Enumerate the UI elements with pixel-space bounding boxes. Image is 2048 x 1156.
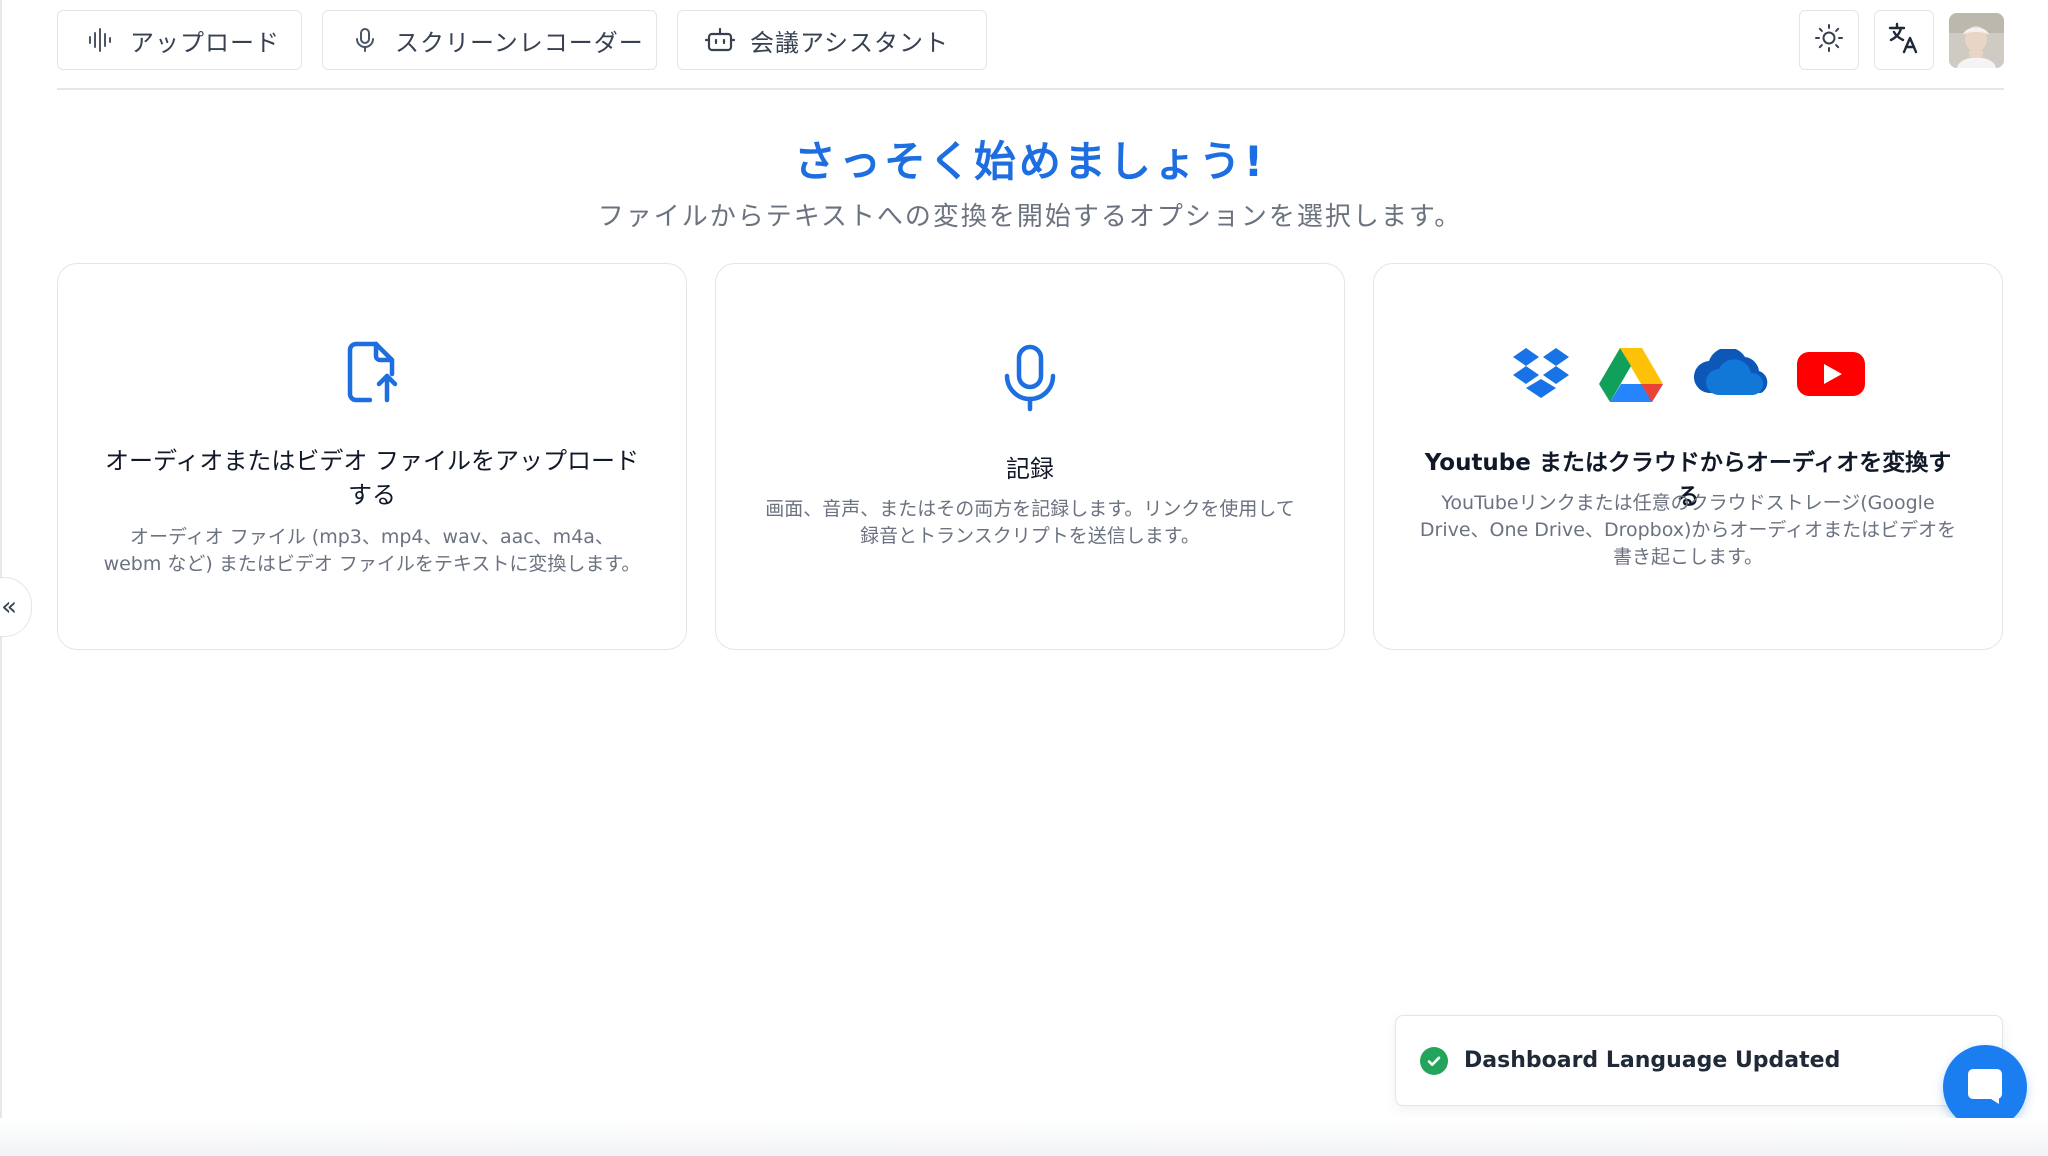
check-circle-icon: [1420, 1046, 1448, 1075]
chevrons-left-icon: «: [1, 592, 17, 622]
file-upload-icon: [58, 340, 686, 404]
bottom-fade: [0, 1118, 2048, 1156]
bot-icon: [704, 24, 736, 56]
screen-recorder-button-label: スクリーンレコーダー: [395, 28, 644, 57]
chat-bubble-icon: [1965, 1065, 2005, 1109]
upload-button-label: アップロード: [130, 28, 280, 57]
chat-launcher-button[interactable]: [1943, 1045, 2027, 1129]
toast-message: Dashboard Language Updated: [1464, 1048, 1841, 1073]
meeting-assistant-button-label: 会議アシスタント: [750, 28, 950, 57]
microphone-icon: [349, 24, 381, 56]
cloud-service-icons: [1374, 346, 2002, 406]
cloud-import-card[interactable]: Youtube またはクラウドからオーディオを変換する YouTubeリンクまた…: [1373, 263, 2003, 650]
onedrive-icon: [1691, 347, 1769, 403]
translate-icon: [1887, 21, 1921, 59]
upload-file-card[interactable]: オーディオまたはビデオ ファイルをアップロードする オーディオ ファイル (mp…: [57, 263, 687, 650]
toast-notification: Dashboard Language Updated: [1395, 1015, 2003, 1106]
youtube-icon: [1797, 350, 1865, 402]
top-nav: アップロード スクリーンレコーダー 会議アシスタント: [57, 10, 2004, 72]
sun-icon: [1814, 23, 1844, 57]
record-card[interactable]: 記録 画面、音声、またはその両方を記録します。リンクを使用して録音とトランスクリ…: [715, 263, 1345, 650]
page-subtitle: ファイルからテキストへの変換を開始するオプションを選択します。: [597, 202, 1463, 232]
upload-button[interactable]: アップロード: [57, 10, 302, 70]
meeting-assistant-button[interactable]: 会議アシスタント: [677, 10, 987, 70]
upload-card-title: オーディオまたはビデオ ファイルをアップロードする: [105, 447, 639, 509]
dropbox-icon: [1511, 346, 1571, 406]
record-card-title: 記録: [1006, 455, 1054, 483]
sidebar-collapse-button[interactable]: «: [0, 577, 32, 637]
record-card-description: 画面、音声、またはその両方を記録します。リンクを使用して録音とトランスクリプトを…: [765, 498, 1295, 547]
theme-toggle-button[interactable]: [1799, 10, 1859, 70]
page-title: さっそく始めましょう!: [793, 137, 1267, 186]
upload-card-description: オーディオ ファイル (mp3、mp4、wav、aac、m4a、webm など)…: [103, 526, 641, 575]
microphone-icon: [716, 344, 1344, 412]
top-divider: [57, 88, 2004, 90]
user-avatar[interactable]: [1949, 13, 2004, 68]
audio-wave-icon: [84, 24, 116, 56]
screen-recorder-button[interactable]: スクリーンレコーダー: [322, 10, 657, 70]
google-drive-icon: [1599, 346, 1663, 406]
language-button[interactable]: [1874, 10, 1934, 70]
cloud-card-description: YouTubeリンクまたは任意のクラウドストレージ(Google Drive、O…: [1419, 492, 1957, 568]
